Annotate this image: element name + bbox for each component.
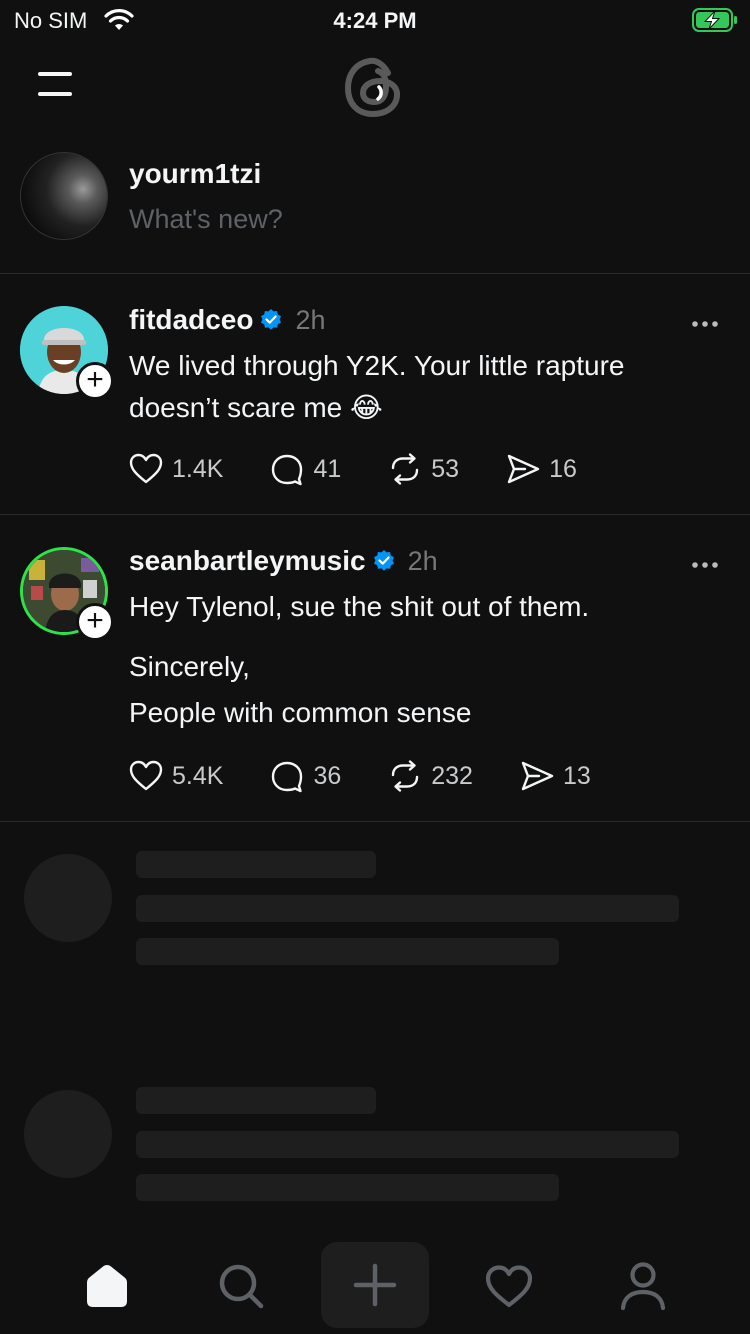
repost-count: 232 (431, 761, 473, 790)
heart-icon (129, 453, 163, 484)
plus-icon (353, 1263, 397, 1307)
verified-badge-icon (259, 308, 283, 332)
follow-plus-button[interactable]: + (76, 362, 114, 400)
composer-username: yourm1tzi (129, 158, 262, 189)
post-header: seanbartleymusic 2h (129, 543, 438, 579)
like-button[interactable]: 1.4K (128, 451, 223, 487)
more-options-icon[interactable] (690, 316, 720, 327)
repost-button[interactable]: 53 (387, 451, 459, 487)
more-options-icon[interactable] (690, 557, 720, 568)
follow-plus-button[interactable]: + (76, 603, 114, 641)
thread-post[interactable]: + fitdadceo 2h We lived through Y2K. You… (0, 274, 750, 515)
post-actions: 1.4K 41 53 16 (128, 449, 623, 489)
threads-logo-icon[interactable] (342, 54, 408, 120)
share-button[interactable]: 16 (505, 451, 577, 487)
post-username[interactable]: seanbartleymusic (129, 545, 366, 577)
post-body: Hey Tylenol, sue the shit out of them. S… (129, 586, 690, 734)
post-text-line: Hey Tylenol, sue the shit out of them. (129, 591, 590, 622)
post-body: We lived through Y2K. Your little raptur… (129, 345, 690, 429)
top-bar (0, 50, 750, 120)
repost-count: 53 (431, 454, 460, 483)
new-thread-composer[interactable]: yourm1tzi What's new? (0, 150, 750, 274)
verified-badge-icon (372, 549, 396, 573)
post-actions: 5.4K 36 232 13 (128, 756, 637, 796)
post-header: fitdadceo 2h (129, 302, 326, 338)
avatar[interactable] (20, 152, 108, 240)
profile-icon (620, 1262, 666, 1311)
repost-icon (392, 760, 419, 792)
tab-search[interactable] (206, 1256, 276, 1316)
skeleton-line (136, 1131, 679, 1158)
reply-count: 36 (313, 761, 342, 790)
reply-button[interactable]: 41 (269, 451, 341, 487)
post-text-line: We lived through Y2K. Your little raptur… (129, 350, 625, 381)
clock: 4:24 PM (333, 8, 417, 33)
repost-icon (392, 453, 419, 485)
skeleton-avatar (24, 1090, 112, 1178)
post-time: 2h (407, 545, 438, 576)
send-icon (507, 454, 540, 484)
like-button[interactable]: 5.4K (128, 758, 223, 794)
repost-button[interactable]: 232 (387, 758, 473, 794)
composer-placeholder[interactable]: What's new? (129, 204, 283, 235)
skeleton-line (136, 851, 376, 878)
menu-button[interactable] (36, 70, 76, 100)
post-time: 2h (295, 304, 326, 335)
comment-icon (272, 454, 303, 486)
create-thread-button[interactable] (321, 1242, 429, 1328)
skeleton-line (136, 938, 559, 965)
share-count: 13 (562, 761, 591, 790)
share-button[interactable]: 13 (519, 758, 591, 794)
tab-home[interactable] (72, 1256, 142, 1316)
post-text-line: People with common sense (129, 697, 472, 728)
skeleton-line (136, 1087, 376, 1114)
status-bar: No SIM 4:24 PM (0, 0, 750, 40)
skeleton-avatar (24, 854, 112, 942)
heart-icon (485, 1265, 533, 1308)
post-username[interactable]: fitdadceo (129, 304, 253, 336)
tab-profile[interactable] (608, 1256, 678, 1316)
search-icon (219, 1264, 264, 1309)
thread-post[interactable]: + seanbartleymusic 2h Hey Tylenol, sue t… (0, 515, 750, 822)
post-text-line: Sincerely, (129, 651, 250, 682)
share-count: 16 (549, 454, 577, 483)
reply-count: 41 (313, 454, 342, 483)
reply-button[interactable]: 36 (269, 758, 341, 794)
send-icon (521, 761, 554, 791)
comment-icon (272, 761, 303, 793)
home-icon (87, 1265, 127, 1307)
tab-activity[interactable] (474, 1256, 544, 1316)
skeleton-line (136, 895, 679, 922)
skeleton-line (136, 1174, 559, 1201)
tab-bar (0, 1236, 750, 1334)
like-count: 1.4K (172, 454, 224, 483)
like-count: 5.4K (172, 761, 224, 790)
post-text-line: doesn’t scare me 😂 (129, 392, 383, 423)
battery-charging-icon (692, 8, 738, 37)
heart-icon (129, 760, 163, 791)
